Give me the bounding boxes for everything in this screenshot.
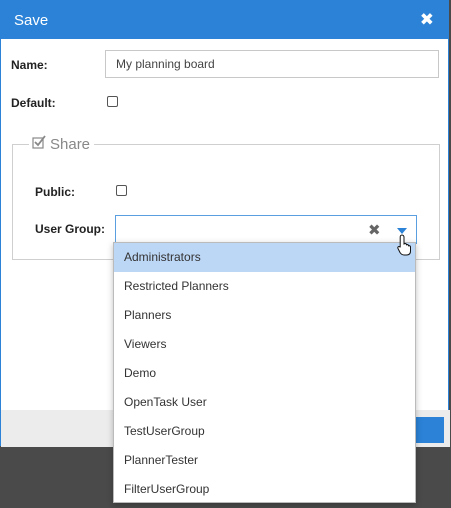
default-checkbox[interactable]: [107, 96, 118, 107]
listbox-item[interactable]: Administrators: [114, 243, 415, 272]
listbox-item[interactable]: Viewers: [114, 330, 415, 359]
listbox-item[interactable]: Demo: [114, 359, 415, 388]
share-legend: Share: [32, 133, 90, 155]
listbox-item[interactable]: TestUserGroup: [114, 417, 415, 446]
name-field[interactable]: [105, 50, 439, 78]
default-label: Default:: [11, 96, 56, 110]
public-checkbox[interactable]: [116, 185, 127, 196]
dialog-titlebar: Save ✖: [1, 1, 448, 39]
dialog-title: Save: [14, 12, 49, 29]
checked-checkbox-icon[interactable]: [32, 135, 46, 153]
listbox-item[interactable]: Planners: [114, 301, 415, 330]
user-group-label: User Group:: [35, 222, 106, 236]
close-icon[interactable]: ✖: [420, 10, 434, 30]
name-label: Name:: [11, 58, 48, 72]
listbox-item[interactable]: FilterUserGroup: [114, 475, 415, 502]
listbox-item[interactable]: PlannerTester: [114, 446, 415, 475]
user-group-combobox[interactable]: ✖: [115, 215, 417, 244]
hand-cursor-icon: [397, 234, 413, 259]
clear-icon[interactable]: ✖: [368, 221, 381, 239]
user-group-listbox[interactable]: Administrators Restricted Planners Plann…: [113, 242, 416, 503]
public-label: Public:: [35, 185, 76, 199]
share-legend-label: Share: [50, 135, 91, 153]
listbox-item[interactable]: OpenTask User: [114, 388, 415, 417]
listbox-item[interactable]: Restricted Planners: [114, 272, 415, 301]
